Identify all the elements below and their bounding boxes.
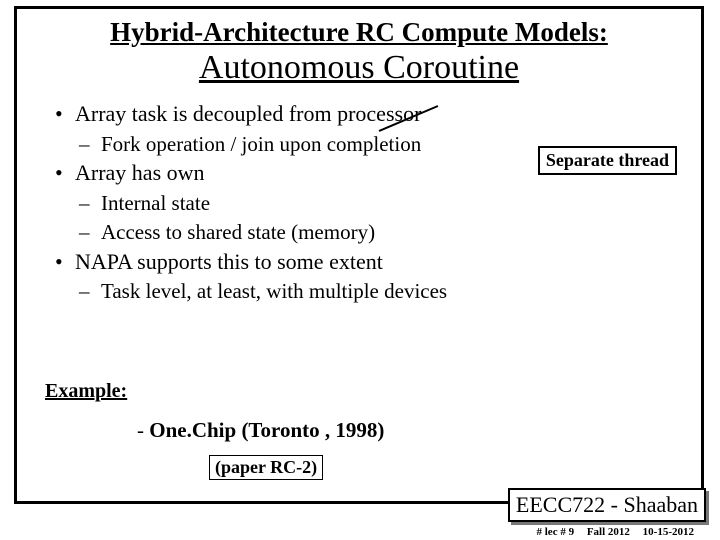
callout-box: Separate thread bbox=[538, 146, 677, 175]
example-label: Example: bbox=[45, 380, 127, 403]
bullet-1: Array task is decoupled from processor bbox=[55, 99, 685, 129]
bullet-2b: Access to shared state (memory) bbox=[79, 218, 685, 247]
paper-ref-box: (paper RC-2) bbox=[209, 455, 323, 480]
bullet-2a: Internal state bbox=[79, 189, 685, 218]
title-line-1: Hybrid-Architecture RC Compute Models: bbox=[33, 17, 685, 48]
footer: # lec # 9 Fall 2012 10-15-2012 bbox=[527, 526, 695, 538]
slide-frame: Hybrid-Architecture RC Compute Models: A… bbox=[14, 6, 704, 504]
slide: Hybrid-Architecture RC Compute Models: A… bbox=[0, 0, 720, 540]
title-line-2: Autonomous Coroutine bbox=[33, 48, 685, 87]
example-item: One.Chip (Toronto , 1998) bbox=[137, 418, 384, 443]
footer-date: 10-15-2012 bbox=[643, 526, 694, 538]
bullet-3: NAPA supports this to some extent bbox=[55, 247, 685, 277]
footer-term: Fall 2012 bbox=[587, 526, 630, 538]
bullet-3a: Task level, at least, with multiple devi… bbox=[79, 277, 685, 306]
bullet-list: Array task is decoupled from processor F… bbox=[55, 99, 685, 306]
footer-lec: # lec # 9 bbox=[537, 526, 575, 538]
course-box: EECC722 - Shaaban bbox=[508, 488, 706, 522]
